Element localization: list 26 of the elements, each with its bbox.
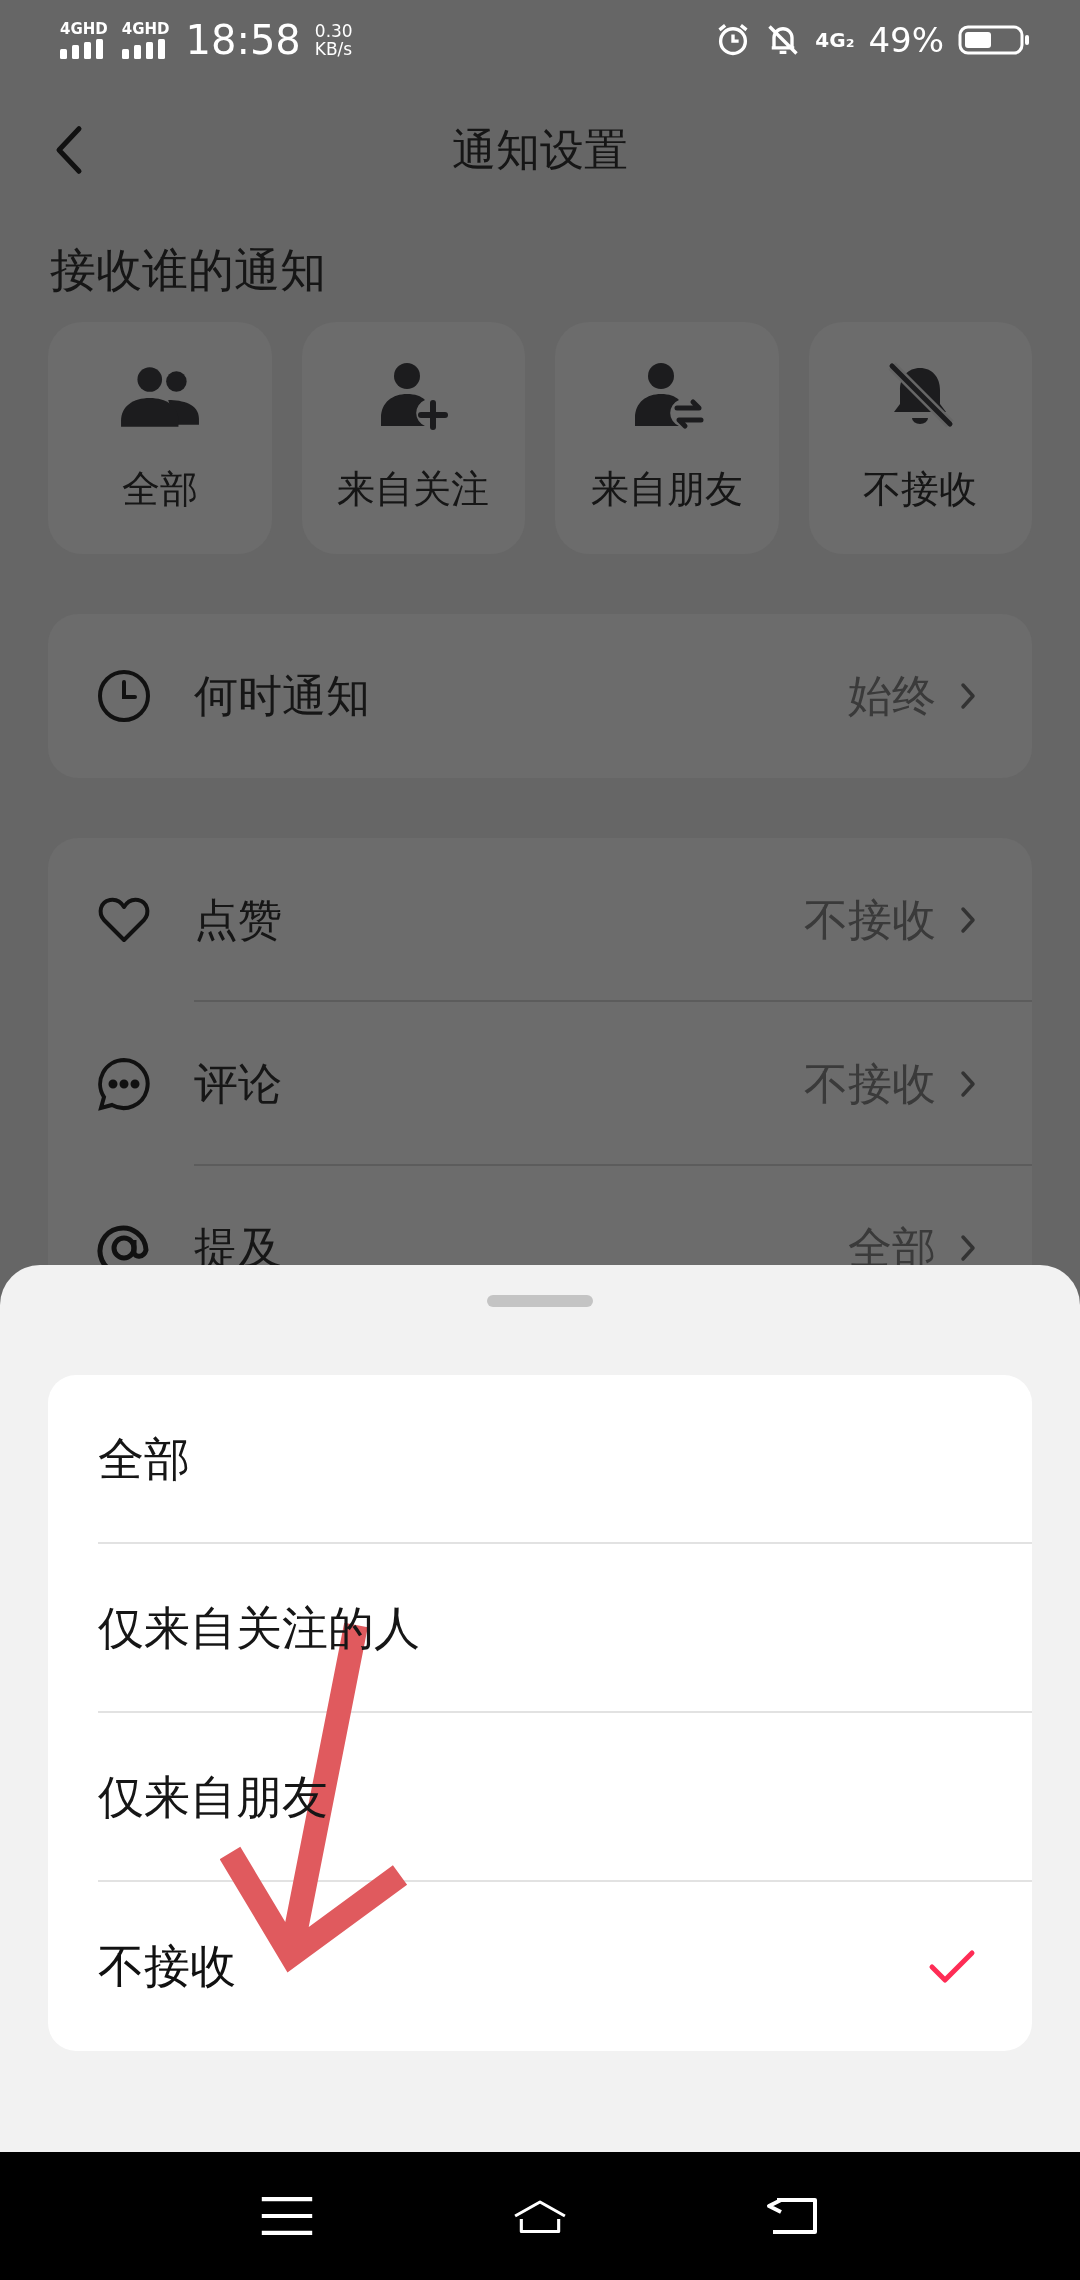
network-type: 4GHD <box>60 21 108 37</box>
signal-icon <box>60 39 104 59</box>
clock-icon <box>96 668 152 724</box>
option-item[interactable]: 不接收 <box>48 1882 1032 2051</box>
audience-option[interactable]: 来自关注 <box>301 322 525 554</box>
chat-icon <box>96 1056 152 1112</box>
speed-unit: KB/s <box>314 40 353 58</box>
page-title: 通知设置 <box>452 122 628 177</box>
clock: 18:58 <box>185 17 301 63</box>
network-speed: 0.30 <box>314 22 353 40</box>
option-item[interactable]: 全部 <box>48 1375 1032 1544</box>
checkmark-icon <box>928 1948 976 1985</box>
chevron-icon <box>960 682 976 710</box>
network-type: 4GHD <box>121 21 170 37</box>
section-title: 接收谁的通知 <box>49 242 327 299</box>
audience-option[interactable]: 来自朋友 <box>555 322 779 554</box>
audience-option[interactable]: 不接收 <box>808 322 1032 554</box>
drag-handle[interactable] <box>487 1295 593 1307</box>
signal-icon <box>121 39 166 59</box>
battery-percent: 49% <box>868 20 944 60</box>
audience-option[interactable]: 全部 <box>48 322 272 554</box>
battery-icon <box>958 25 1030 55</box>
chevron-icon <box>960 906 976 934</box>
chevron-icon <box>960 1070 976 1098</box>
network-type: 4G₂ <box>815 28 855 52</box>
chevron-icon <box>960 1234 976 1262</box>
